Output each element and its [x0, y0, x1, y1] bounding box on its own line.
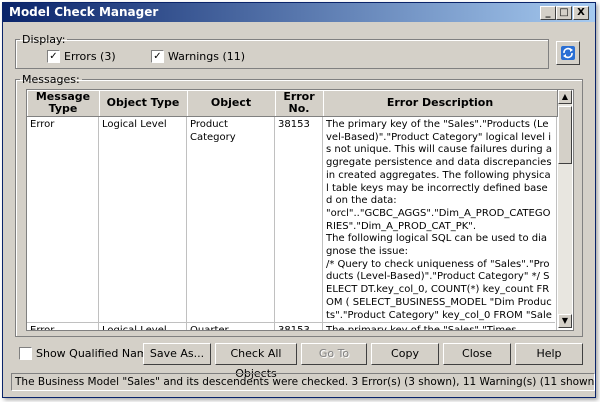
cell-message-type: Error [27, 117, 99, 323]
column-header-object[interactable]: Object [187, 90, 276, 117]
display-label: Display: [22, 33, 66, 46]
cell-error-description: The primary key of the "Sales"."Products… [323, 117, 557, 323]
column-header-object-type[interactable]: Object Type [99, 90, 188, 117]
cell-object: Product Category [187, 117, 275, 323]
cell-message-type: Error [27, 323, 99, 330]
scroll-up-button[interactable]: ▲ [558, 90, 572, 104]
status-bar: The Business Model "Sales" and its desce… [11, 373, 595, 391]
column-header-message-type[interactable]: Message Type [27, 90, 100, 117]
warnings-checkbox-label: Warnings (11) [168, 50, 246, 63]
cell-error-no: 38153 [275, 323, 323, 330]
refresh-button[interactable] [556, 41, 580, 65]
cell-object: Quarter [187, 323, 275, 330]
help-button[interactable]: Help [515, 343, 583, 365]
cell-error-description: The primary key of the "Sales"."Times [323, 323, 557, 330]
warnings-checkbox-box[interactable]: ✓ [151, 50, 164, 63]
errors-checkbox[interactable]: ✓ Errors (3) [47, 50, 116, 63]
warnings-checkbox[interactable]: ✓ Warnings (11) [151, 50, 245, 63]
messages-label: Messages: [22, 73, 80, 86]
close-button[interactable]: Close [443, 343, 511, 365]
errors-checkbox-label: Errors (3) [64, 50, 116, 63]
cell-error-no: 38153 [275, 117, 323, 323]
errors-checkbox-box[interactable]: ✓ [47, 50, 60, 63]
scroll-thumb[interactable] [558, 106, 572, 164]
go-to-button[interactable]: Go To [301, 343, 367, 365]
show-qualified-name-box[interactable] [19, 347, 32, 360]
title-bar[interactable]: Model Check Manager _ □ X [3, 3, 595, 22]
refresh-icon [561, 46, 575, 60]
cell-object-type: Logical Level [99, 117, 187, 323]
check-all-objects-button[interactable]: Check All Objects [215, 343, 297, 380]
copy-button[interactable]: Copy [371, 343, 439, 365]
column-header-error-no[interactable]: Error No. [275, 90, 324, 117]
messages-table[interactable]: Message Type Object Type Object Error No… [26, 89, 574, 331]
show-qualified-name-label: Show Qualified Name [36, 347, 155, 360]
model-check-manager-window: Model Check Manager _ □ X Display: ✓ Err… [2, 2, 596, 398]
save-as-button[interactable]: Save As... [143, 343, 211, 365]
window-title: Model Check Manager [9, 5, 159, 19]
column-header-error-description[interactable]: Error Description [323, 90, 558, 117]
close-window-button[interactable]: X [573, 6, 589, 20]
minimize-button[interactable]: _ [540, 6, 556, 20]
maximize-button[interactable]: □ [556, 6, 572, 20]
vertical-scrollbar[interactable]: ▲ ▼ [558, 90, 572, 328]
cell-object-type: Logical Level [99, 323, 187, 330]
scroll-down-button[interactable]: ▼ [558, 314, 572, 328]
show-qualified-name-checkbox[interactable]: Show Qualified Name [19, 347, 154, 360]
